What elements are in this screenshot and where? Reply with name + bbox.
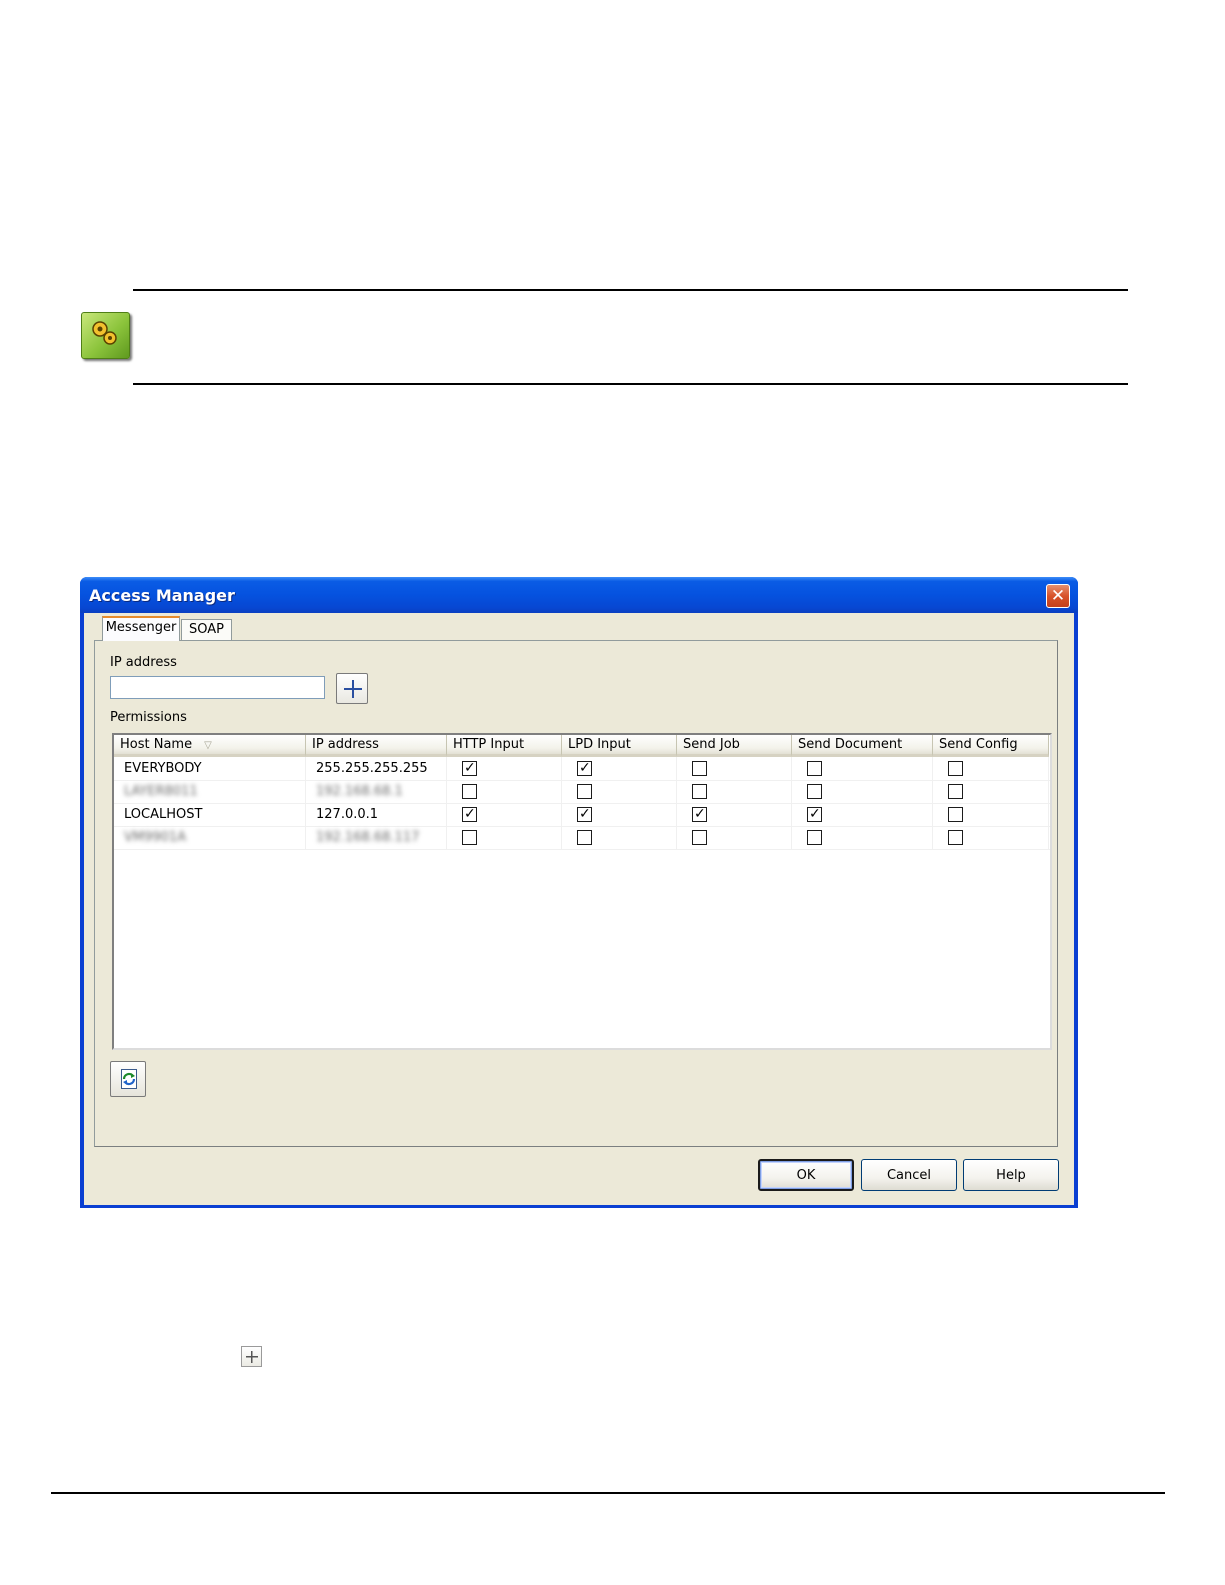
permission-checkbox-http-input[interactable]: ✓	[462, 806, 477, 822]
note-gears-icon	[81, 312, 130, 359]
host-cell: VM9901A	[114, 826, 306, 849]
permission-checkbox-send-config[interactable]	[948, 830, 963, 845]
checkmark-icon: ✓	[579, 806, 591, 822]
permission-checkbox-lpd-input[interactable]: ✓	[577, 806, 592, 822]
host-name-cell: VM9901A	[124, 830, 187, 845]
permission-checkbox-send-document[interactable]	[807, 784, 822, 799]
messenger-tab-panel: IP address Permissions Host Name ▽ IP add…	[94, 640, 1058, 1147]
host-name-cell: LOCALHOST	[124, 807, 203, 822]
permission-checkbox-send-config[interactable]	[948, 807, 963, 822]
plus-icon	[344, 680, 362, 698]
table-row[interactable]: EVERYBODY 255.255.255.255 ✓ ✓	[114, 757, 1050, 781]
inline-plus-icon	[241, 1346, 262, 1367]
permission-checkbox-send-job[interactable]: ✓	[692, 806, 707, 822]
permission-checkbox-http-input[interactable]	[462, 784, 477, 799]
ok-button[interactable]: OK	[758, 1159, 854, 1191]
refresh-icon	[122, 1072, 136, 1086]
checkmark-icon: ✓	[809, 806, 821, 822]
checkmark-icon: ✓	[694, 806, 706, 822]
dialog-client: Messenger SOAP IP address Permissions Ho…	[84, 613, 1074, 1205]
ip-cell: 192.168.68.1	[306, 780, 447, 803]
host-name-cell: LAYER8011	[124, 784, 198, 799]
permission-checkbox-send-job[interactable]	[692, 784, 707, 799]
list-header: Host Name ▽ IP address HTTP Input LPD Inp…	[114, 735, 1050, 757]
column-header-ip-address[interactable]: IP address	[306, 735, 447, 757]
host-name-header-label: Host Name	[120, 737, 193, 752]
host-name-cell: EVERYBODY	[124, 761, 202, 776]
checkmark-icon: ✓	[579, 760, 591, 776]
ip-address-label: IP address	[110, 655, 177, 670]
permissions-label: Permissions	[110, 710, 187, 725]
sort-descending-icon: ▽	[204, 740, 212, 751]
permission-checkbox-send-document[interactable]: ✓	[807, 806, 822, 822]
ip-address-cell: 192.168.68.117	[316, 830, 420, 845]
permission-checkbox-http-input[interactable]: ✓	[462, 760, 477, 776]
ip-cell: 127.0.0.1	[306, 803, 447, 826]
add-ip-button[interactable]	[336, 673, 368, 704]
table-row[interactable]: LAYER8011 192.168.68.1	[114, 780, 1050, 804]
permission-checkbox-lpd-input[interactable]: ✓	[577, 760, 592, 776]
note-rule-bottom	[133, 383, 1128, 385]
tab-messenger[interactable]: Messenger	[102, 616, 180, 641]
host-cell: LAYER8011	[114, 780, 306, 803]
checkmark-icon: ✓	[464, 806, 476, 822]
column-header-send-document[interactable]: Send Document	[792, 735, 933, 757]
help-button[interactable]: Help	[963, 1159, 1059, 1191]
checkmark-icon: ✓	[464, 760, 476, 776]
permission-checkbox-send-job[interactable]	[692, 761, 707, 776]
ip-address-cell: 255.255.255.255	[316, 761, 428, 776]
permission-checkbox-http-input[interactable]	[462, 830, 477, 845]
table-row[interactable]: LOCALHOST 127.0.0.1 ✓ ✓ ✓ ✓	[114, 803, 1050, 827]
refresh-button[interactable]	[110, 1061, 146, 1097]
ip-address-input[interactable]	[110, 676, 325, 699]
close-button[interactable]: ✕	[1046, 584, 1070, 608]
dialog-title: Access Manager	[89, 586, 235, 605]
permission-checkbox-send-document[interactable]	[807, 761, 822, 776]
close-icon: ✕	[1050, 586, 1066, 606]
table-row[interactable]: VM9901A 192.168.68.117	[114, 826, 1050, 850]
tab-soap[interactable]: SOAP	[181, 619, 232, 641]
column-header-host-name[interactable]: Host Name ▽	[114, 735, 306, 757]
permission-checkbox-send-document[interactable]	[807, 830, 822, 845]
permissions-list[interactable]: Host Name ▽ IP address HTTP Input LPD Inp…	[112, 733, 1052, 1050]
ip-address-cell: 192.168.68.1	[316, 784, 403, 799]
permission-checkbox-send-config[interactable]	[948, 784, 963, 799]
column-header-http-input[interactable]: HTTP Input	[447, 735, 562, 757]
column-header-send-job[interactable]: Send Job	[677, 735, 792, 757]
column-header-lpd-input[interactable]: LPD Input	[562, 735, 677, 757]
ip-cell: 192.168.68.117	[306, 826, 447, 849]
permission-checkbox-lpd-input[interactable]	[577, 830, 592, 845]
title-bar[interactable]: Access Manager ✕	[80, 577, 1078, 613]
footer-rule	[51, 1492, 1165, 1494]
host-cell: LOCALHOST	[114, 803, 306, 826]
host-cell: EVERYBODY	[114, 757, 306, 780]
ip-cell: 255.255.255.255	[306, 757, 447, 780]
ip-address-cell: 127.0.0.1	[316, 807, 379, 822]
cancel-button[interactable]: Cancel	[861, 1159, 957, 1191]
access-manager-dialog: Access Manager ✕ Messenger SOAP IP addre…	[80, 577, 1078, 1208]
permission-checkbox-send-job[interactable]	[692, 830, 707, 845]
column-header-send-config[interactable]: Send Config	[933, 735, 1049, 757]
note-rule-top	[133, 289, 1128, 291]
permission-checkbox-lpd-input[interactable]	[577, 784, 592, 799]
permission-checkbox-send-config[interactable]	[948, 761, 963, 776]
